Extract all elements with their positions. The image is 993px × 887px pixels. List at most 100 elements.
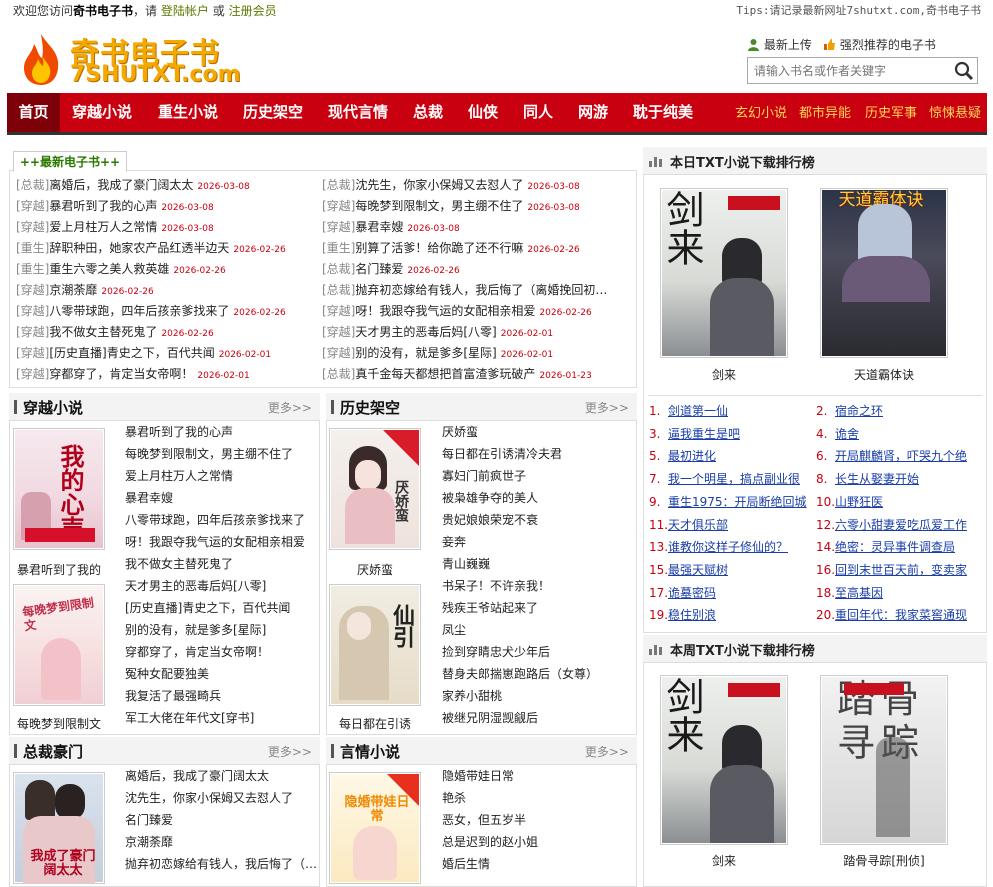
nav-wangyou[interactable]: 网游	[578, 93, 608, 132]
rank-book-link[interactable]: 谁教你这样子修仙的？	[668, 540, 788, 554]
book-cover[interactable]: 我的心声	[13, 428, 105, 550]
nav-dushi[interactable]: 都市异能	[799, 93, 851, 132]
list-item[interactable]: 冤种女配要独美	[125, 663, 317, 685]
list-item[interactable]: [历史直播]青史之下，百代共闻	[125, 597, 317, 619]
list-item[interactable]: 名门臻爱	[125, 809, 317, 831]
book-title-link[interactable]: 别的没有，就是爹多[星际]	[355, 346, 496, 360]
list-item[interactable]: 我复活了最强畸兵	[125, 685, 317, 707]
rank-item[interactable]: 14.绝密：灵异事件调查局	[816, 536, 978, 558]
more-link[interactable]: 更多>>	[268, 399, 312, 416]
list-item[interactable]: [重生]重生六零之美人救英雄 2026-02-26	[16, 259, 316, 280]
book-cover[interactable]: 每晚梦到限制文	[13, 584, 105, 706]
rank-item[interactable]: 7. 我一个明星，搞点副业很	[649, 468, 811, 490]
book-title-link[interactable]: 八零带球跑，四年后孩亲爹找来了	[49, 304, 229, 318]
rank-book-link[interactable]: 宿命之环	[835, 404, 883, 418]
list-item[interactable]: [穿越][历史直播]青史之下，百代共闻 2026-02-01	[16, 343, 316, 364]
rank-item[interactable]: 15.最强天赋树	[649, 559, 811, 581]
book-title-link[interactable]: 穿都穿了，肯定当女帝啊！	[49, 367, 193, 381]
login-link[interactable]: 登陆帐户	[161, 4, 209, 18]
list-item[interactable]: [穿越]暴君幸嫂 2026-03-08	[322, 217, 632, 238]
rank-book-link[interactable]: 诡墓密码	[668, 586, 716, 600]
rank-item[interactable]: 9. 重生1975：开局断绝回城	[649, 491, 811, 513]
rank-item[interactable]: 12.六零小甜妻爱吃瓜爱工作	[816, 514, 978, 536]
rank-item[interactable]: 18.至高基因	[816, 582, 978, 604]
rank-book-link[interactable]: 天才俱乐部	[668, 518, 728, 532]
list-item[interactable]: [穿越]我不做女主替死鬼了 2026-02-26	[16, 322, 316, 343]
rank-item[interactable]: 20.重回年代：我家菜窖通现	[816, 604, 978, 626]
list-item[interactable]: 抛弃初恋嫁给有钱人，我后悔了（…	[125, 853, 317, 875]
list-item[interactable]: 家养小甜桃	[442, 685, 634, 707]
list-item[interactable]: 被枭雄争夺的美人	[442, 487, 634, 509]
nav-yanqing[interactable]: 现代言情	[328, 93, 388, 132]
nav-jingsong[interactable]: 惊悚悬疑	[929, 93, 981, 132]
nav-zongcai[interactable]: 总裁	[413, 93, 443, 132]
book-title-link[interactable]: 辞职种田，她家农产品红透半边天	[49, 241, 229, 255]
list-item[interactable]: 每晚梦到限制文，男主绷不住了	[125, 443, 317, 465]
book-title-link[interactable]: 暴君幸嫂	[355, 220, 403, 234]
list-item[interactable]: 艳杀	[442, 787, 634, 809]
list-item[interactable]: 书呆子！不许亲我！	[442, 575, 634, 597]
list-item[interactable]: 隐婚带娃日常	[442, 765, 634, 787]
book-title-link[interactable]: 天才男主的恶毒后妈[八零]	[355, 325, 496, 339]
book-cover[interactable]: 厌娇蛮	[329, 428, 421, 550]
list-item[interactable]: [穿越]爱上月柱万人之常情 2026-03-08	[16, 217, 316, 238]
list-item[interactable]: 八零带球跑，四年后孩亲爹找来了	[125, 509, 317, 531]
more-link[interactable]: 更多>>	[585, 743, 629, 760]
book-title-link[interactable]: 每晚梦到限制文，男主绷不住了	[355, 199, 523, 213]
rank-item[interactable]: 11.天才俱乐部	[649, 514, 811, 536]
list-item[interactable]: 暴君幸嫂	[125, 487, 317, 509]
book-cover[interactable]: 我成了豪门阔太太	[13, 772, 105, 884]
list-item[interactable]: 沈先生，你家小保姆又去怼人了	[125, 787, 317, 809]
rank-book-link[interactable]: 重回年代：我家菜窖通现	[835, 608, 967, 622]
rank-book-link[interactable]: 重生1975：开局断绝回城	[668, 495, 807, 509]
list-item[interactable]: [总裁]抛弃初恋嫁给有钱人，我后悔了（离婚挽回初…	[322, 280, 632, 301]
list-item[interactable]: [重生]别算了活爹！给你跪了还不行嘛 2026-02-26	[322, 238, 632, 259]
book-title-link[interactable]: 名门臻爱	[355, 262, 403, 276]
list-item[interactable]: 寡妇门前疯世子	[442, 465, 634, 487]
list-item[interactable]: 厌娇蛮	[442, 421, 634, 443]
book-cover[interactable]: 仙引	[329, 584, 421, 706]
rank-cover[interactable]: 剑来	[660, 675, 788, 845]
rank-book-link[interactable]: 稳住别浪	[668, 608, 716, 622]
rank-cover-caption[interactable]: 剑来	[660, 852, 788, 869]
book-title-link[interactable]: 真千金每天都想把首富渣爹玩破产	[355, 367, 535, 381]
search-input[interactable]	[748, 58, 948, 83]
rank-item[interactable]: 10.山野狂医	[816, 491, 978, 513]
list-item[interactable]: 别的没有，就是爹多[星际]	[125, 619, 317, 641]
rank-book-link[interactable]: 回到末世百天前，变卖家	[835, 563, 967, 577]
rank-book-link[interactable]: 至高基因	[835, 586, 883, 600]
book-title-link[interactable]: [历史直播]青史之下，百代共闻	[49, 346, 214, 360]
list-item[interactable]: 妾奔	[442, 531, 634, 553]
rank-item[interactable]: 6. 开局麒麟肾，吓哭九个绝	[816, 445, 978, 467]
rank-cover-caption[interactable]: 剑来	[660, 366, 788, 383]
list-item[interactable]: [总裁]沈先生，你家小保姆又去怼人了 2026-03-08	[322, 175, 632, 196]
nav-danmei[interactable]: 耽于纯美	[633, 93, 693, 132]
rank-book-link[interactable]: 剑道第一仙	[668, 404, 728, 418]
rank-item[interactable]: 2. 宿命之环	[816, 400, 978, 422]
rank-book-link[interactable]: 诡舍	[835, 427, 859, 441]
list-item[interactable]: 凤尘	[442, 619, 634, 641]
rank-cover-caption[interactable]: 天道霸体诀	[820, 366, 948, 383]
rank-book-link[interactable]: 山野狂医	[835, 495, 883, 509]
rank-item[interactable]: 5. 最初进化	[649, 445, 811, 467]
list-item[interactable]: [总裁]名门臻爱 2026-02-26	[322, 259, 632, 280]
list-item[interactable]: 爱上月柱万人之常情	[125, 465, 317, 487]
rank-item[interactable]: 17.诡墓密码	[649, 582, 811, 604]
list-item[interactable]: [穿越]每晚梦到限制文，男主绷不住了 2026-03-08	[322, 196, 632, 217]
more-link[interactable]: 更多>>	[585, 399, 629, 416]
rank-cover-caption[interactable]: 踏骨寻踪[刑侦]	[820, 852, 948, 869]
rank-cover[interactable]: 剑来	[660, 188, 788, 358]
rank-item[interactable]: 16.回到末世百天前，变卖家	[816, 559, 978, 581]
list-item[interactable]: [穿越]别的没有，就是爹多[星际] 2026-02-01	[322, 343, 632, 364]
rank-book-link[interactable]: 最初进化	[668, 449, 716, 463]
book-title-link[interactable]: 京潮荼靡	[49, 283, 97, 297]
list-item[interactable]: 婚后生情	[442, 853, 634, 875]
book-title-link[interactable]: 别算了活爹！给你跪了还不行嘛	[355, 241, 523, 255]
rank-cover[interactable]: 踏骨寻踪	[820, 675, 948, 845]
book-title-link[interactable]: 抛弃初恋嫁给有钱人，我后悔了（离婚挽回初…	[355, 283, 607, 297]
nav-chuanyue[interactable]: 穿越小说	[72, 93, 132, 132]
list-item[interactable]: 捡到穿睛忠犬少年后	[442, 641, 634, 663]
rank-item[interactable]: 4. 诡舍	[816, 423, 978, 445]
nav-home[interactable]: 首页	[7, 93, 60, 132]
cover-caption[interactable]: 暴君听到了我的	[13, 561, 105, 578]
